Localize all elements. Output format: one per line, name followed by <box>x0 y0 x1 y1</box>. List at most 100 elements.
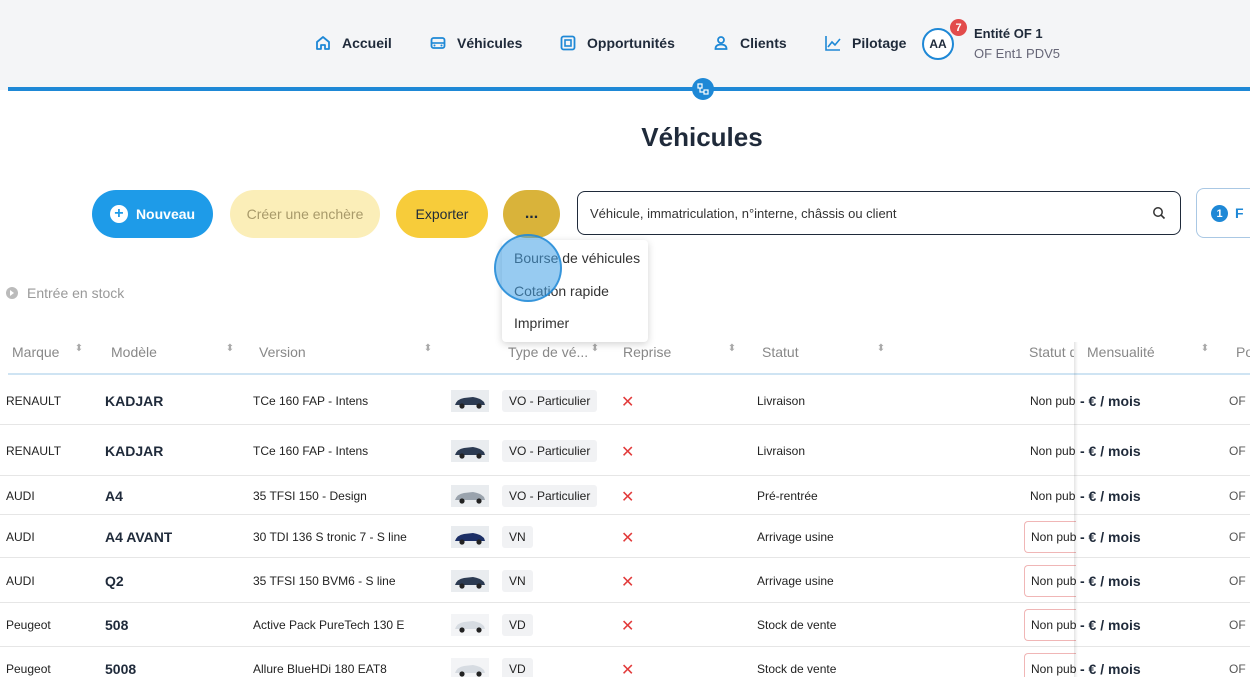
publication-status[interactable]: Non publié <box>1024 609 1076 641</box>
notification-badge[interactable]: 7 <box>950 19 967 36</box>
column-header-type[interactable]: Type de vé... <box>508 344 588 360</box>
column-header-version[interactable]: Version <box>259 344 306 360</box>
arrow-right-icon <box>6 287 18 299</box>
table-row[interactable]: RENAULT KADJAR TCe 160 FAP - Intens VO -… <box>0 425 1250 476</box>
create-auction-button[interactable]: Créer une enchère <box>230 190 380 238</box>
cell-monthly-price: - € / mois <box>1080 487 1141 504</box>
menu-item-quick-quote[interactable]: Cotation rapide <box>514 283 609 299</box>
org-switch-icon[interactable] <box>692 78 714 100</box>
publication-status[interactable]: Non publié <box>1024 653 1076 677</box>
vehicle-type-chip: VO - Particulier <box>502 439 598 462</box>
publication-status[interactable]: Non publié <box>1024 480 1076 512</box>
cell-version: TCe 160 FAP - Intens <box>253 393 369 408</box>
filter-count-badge: 1 <box>1211 205 1228 222</box>
sort-icon[interactable]: ⬍ <box>876 344 886 354</box>
publication-status[interactable]: Non publié <box>1024 385 1076 417</box>
sort-icon[interactable]: ⬍ <box>74 344 84 354</box>
column-header-statut-publication[interactable]: Statut d <box>1029 344 1074 360</box>
sort-icon[interactable]: ⬍ <box>225 344 235 354</box>
nav-item-vehicules[interactable]: Véhicules <box>429 34 522 52</box>
close-icon: ✕ <box>621 573 635 591</box>
stock-entry-link[interactable]: Entrée en stock <box>6 285 124 301</box>
search-icon[interactable] <box>1152 206 1166 220</box>
sort-icon[interactable]: ⬍ <box>727 344 737 354</box>
search-input[interactable] <box>590 202 1130 224</box>
cell-point-of-sale: OF <box>1229 529 1246 544</box>
nav-label: Accueil <box>342 35 392 51</box>
nav-item-clients[interactable]: Clients <box>712 34 787 52</box>
home-icon <box>316 36 330 50</box>
vehicle-thumbnail[interactable] <box>451 525 489 548</box>
cell-brand: AUDI <box>6 488 35 503</box>
cell-statut: Livraison <box>757 393 806 408</box>
export-button[interactable]: Exporter <box>396 190 488 238</box>
vehicle-type-chip: VN <box>502 569 533 592</box>
table-row[interactable]: Peugeot 508 Active Pack PureTech 130 E V… <box>0 603 1250 647</box>
user-avatar[interactable]: AA <box>922 28 954 60</box>
close-icon: ✕ <box>621 618 635 635</box>
cell-model: 5008 <box>105 661 137 677</box>
new-button[interactable]: + Nouveau <box>92 190 213 238</box>
vehicle-thumbnail[interactable] <box>451 389 489 412</box>
table-row[interactable]: RENAULT KADJAR TCe 160 FAP - Intens VO -… <box>0 376 1250 425</box>
publication-status[interactable]: Non publié <box>1024 564 1076 597</box>
table-row[interactable]: AUDI A4 AVANT 30 TDI 136 S tronic 7 - S … <box>0 515 1250 558</box>
nav-item-pilotage[interactable]: Pilotage <box>824 34 906 52</box>
car-icon <box>430 37 446 49</box>
cell-brand: Peugeot <box>6 662 51 676</box>
cell-model: KADJAR <box>105 442 164 459</box>
column-header-point-vente[interactable]: Po <box>1236 344 1250 360</box>
column-header-reprise[interactable]: Reprise <box>623 344 671 360</box>
chart-line-icon <box>825 36 841 51</box>
vehicle-type-chip: VO - Particulier <box>502 484 598 507</box>
cell-point-of-sale: OF <box>1229 488 1246 503</box>
close-icon: ✕ <box>621 662 635 677</box>
table-row[interactable]: AUDI Q2 35 TFSI 150 BVM6 - S line VN ✕ A… <box>0 558 1250 603</box>
cell-monthly-price: - € / mois <box>1080 617 1141 633</box>
nav-label: Véhicules <box>457 35 523 51</box>
sort-icon[interactable]: ⬍ <box>423 344 433 354</box>
sort-icon[interactable]: ⬍ <box>1200 344 1210 354</box>
cell-monthly-price: - € / mois <box>1080 661 1141 677</box>
sort-icon[interactable]: ⬍ <box>590 344 600 354</box>
table-row[interactable]: Peugeot 5008 Allure BlueHDi 180 EAT8 VD … <box>0 647 1250 677</box>
cell-statut: Arrivage usine <box>757 573 834 588</box>
vehicle-thumbnail[interactable] <box>451 658 489 677</box>
new-button-label: Nouveau <box>135 206 196 222</box>
publication-status[interactable]: Non publié <box>1024 520 1076 553</box>
cell-point-of-sale: OF <box>1229 573 1246 588</box>
opportunity-icon <box>560 35 576 51</box>
publication-status[interactable]: Non publié <box>1024 435 1076 467</box>
cell-statut: Arrivage usine <box>757 529 834 544</box>
table-row[interactable]: AUDI A4 35 TFSI 150 - Design VO - Partic… <box>0 476 1250 515</box>
vehicle-thumbnail[interactable] <box>451 614 489 636</box>
vehicle-thumbnail[interactable] <box>451 569 489 592</box>
vehicle-type-chip: VD <box>502 614 533 636</box>
nav-item-accueil[interactable]: Accueil <box>314 34 392 52</box>
cell-brand: Peugeot <box>6 618 51 632</box>
cell-point-of-sale: OF <box>1229 393 1246 408</box>
page-title: Véhicules <box>641 122 763 152</box>
nav-item-opportunites[interactable]: Opportunités <box>559 34 675 52</box>
cell-version: Active Pack PureTech 130 E <box>253 618 405 632</box>
column-header-model[interactable]: Modèle <box>111 344 157 360</box>
search-box <box>577 191 1181 235</box>
menu-item-print[interactable]: Imprimer <box>514 315 569 331</box>
table-header-divider <box>8 373 1250 375</box>
column-header-mensualite[interactable]: Mensualité <box>1087 344 1155 360</box>
nav-label: Pilotage <box>852 35 907 51</box>
cell-statut: Livraison <box>757 443 806 458</box>
vehicle-thumbnail[interactable] <box>451 484 489 507</box>
entity-name[interactable]: Entité OF 1 <box>974 26 1043 41</box>
column-header-brand[interactable]: Marque <box>12 344 59 360</box>
menu-item-vehicle-exchange[interactable]: Bourse de véhicules <box>514 250 640 266</box>
close-icon: ✕ <box>621 529 635 547</box>
filter-button[interactable]: 1 F <box>1196 188 1250 238</box>
vehicle-type-chip: VO - Particulier <box>502 389 598 412</box>
plus-icon: + <box>109 205 128 223</box>
vehicle-thumbnail[interactable] <box>451 439 489 462</box>
more-actions-button[interactable]: ... <box>503 190 560 238</box>
cell-brand: RENAULT <box>6 393 62 408</box>
column-header-statut[interactable]: Statut <box>762 344 799 360</box>
cell-point-of-sale: OF <box>1229 662 1246 676</box>
